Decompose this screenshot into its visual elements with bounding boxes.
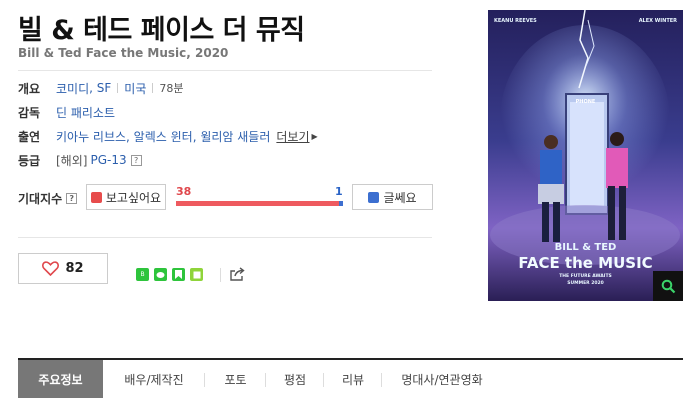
- director-link[interactable]: 딘 패리소트: [56, 104, 115, 121]
- cast-label: 출연: [18, 129, 41, 144]
- thumbs-down-icon: [368, 191, 380, 203]
- tab-label: 배우/제작진: [124, 372, 184, 387]
- poster-title-main: FACE the MUSIC: [518, 254, 653, 272]
- tab-label: 명대사/연관영화: [401, 372, 483, 387]
- cast-row: 출연 키아누 리브스, 알렉스 윈터, 윌리암 새들러 더보기 ▶: [18, 127, 318, 145]
- like-button[interactable]: 82: [18, 253, 108, 284]
- share-out-icon[interactable]: [229, 266, 246, 282]
- divider: [18, 237, 432, 238]
- poster-cast-right: ALEX WINTER: [638, 18, 677, 24]
- poster-cast-left: KEANU REEVES: [494, 18, 537, 24]
- tab-label: 포토: [224, 372, 247, 387]
- band-icon[interactable]: B: [136, 268, 149, 281]
- movie-title: 빌 & 테드 페이스 더 뮤직: [18, 15, 305, 46]
- country-link[interactable]: 미국: [124, 80, 146, 97]
- expect-label-group: 기대지수 ?: [18, 190, 78, 207]
- poster-title-top: BILL & TED: [554, 242, 617, 253]
- expectation-bar-fill: [176, 201, 339, 206]
- rating-prefix: [해외]: [56, 153, 88, 168]
- not-sure-button[interactable]: 글쎄요: [352, 184, 433, 210]
- want-to-see-label: 보고싶어요: [105, 190, 162, 205]
- poster-zoom-button[interactable]: [653, 271, 683, 301]
- tab-main-info[interactable]: 주요정보: [18, 360, 103, 398]
- genre-comma: ,: [89, 81, 97, 95]
- cast-more-link[interactable]: 더보기: [276, 128, 309, 145]
- thumbs-up-icon: [90, 191, 102, 203]
- movie-subtitle: Bill & Ted Face the Music, 2020: [18, 46, 229, 60]
- poster-booth-sign: PHONE: [575, 99, 596, 105]
- genre-link-comedy[interactable]: 코미디: [56, 80, 89, 97]
- bookmark-icon[interactable]: [172, 268, 185, 281]
- help-icon[interactable]: ?: [66, 193, 78, 204]
- tab-label: 주요정보: [38, 372, 83, 387]
- tab-quotes-related[interactable]: 명대사/연관영화: [382, 360, 502, 398]
- expectation-bar: [176, 201, 343, 206]
- genre-link-sf[interactable]: SF: [97, 81, 112, 95]
- divider: [18, 70, 432, 71]
- section-tabs: 주요정보 배우/제작진 포토 평점 리뷰 명대사/연관영화: [18, 358, 683, 398]
- want-to-see-button[interactable]: 보고싶어요: [86, 184, 166, 210]
- tab-label: 리뷰: [341, 372, 365, 387]
- tab-rating[interactable]: 평점: [266, 360, 324, 398]
- chevron-right-icon: ▶: [311, 131, 318, 141]
- tab-label: 평점: [283, 372, 307, 387]
- director-row: 감독 딘 패리소트: [18, 103, 115, 121]
- rating-row: 등급 [해외] PG-13 ?: [18, 151, 142, 169]
- memo-icon[interactable]: [190, 268, 203, 281]
- expect-label: 기대지수: [18, 192, 63, 206]
- overview-label: 개요: [18, 81, 41, 96]
- heart-icon: [42, 261, 60, 276]
- tab-cast-crew[interactable]: 배우/제작진: [103, 360, 205, 398]
- director-label: 감독: [18, 105, 41, 120]
- cast-links[interactable]: 키아누 리브스, 알렉스 윈터, 윌리암 새들러: [56, 128, 270, 145]
- like-count: 82: [65, 261, 84, 276]
- share-divider: [220, 268, 221, 282]
- line-icon[interactable]: [154, 268, 167, 281]
- not-sure-count: 1: [335, 185, 343, 198]
- share-icons: B: [136, 268, 203, 281]
- rating-link[interactable]: PG-13: [90, 153, 126, 167]
- tab-review[interactable]: 리뷰: [324, 360, 382, 398]
- search-icon: [661, 279, 675, 293]
- overview-row: 개요 코미디, SF 미국 78분: [18, 79, 184, 97]
- tab-photo[interactable]: 포토: [205, 360, 266, 398]
- help-icon[interactable]: ?: [130, 154, 142, 166]
- rating-label: 등급: [18, 153, 41, 168]
- movie-poster[interactable]: KEANU REEVES ALEX WINTER PHONE BILL & TE…: [488, 10, 683, 301]
- want-count: 38: [176, 185, 192, 198]
- separator: [152, 83, 154, 93]
- not-sure-label: 글쎄요: [383, 190, 417, 205]
- separator: [117, 83, 119, 93]
- runtime: 78분: [159, 82, 184, 95]
